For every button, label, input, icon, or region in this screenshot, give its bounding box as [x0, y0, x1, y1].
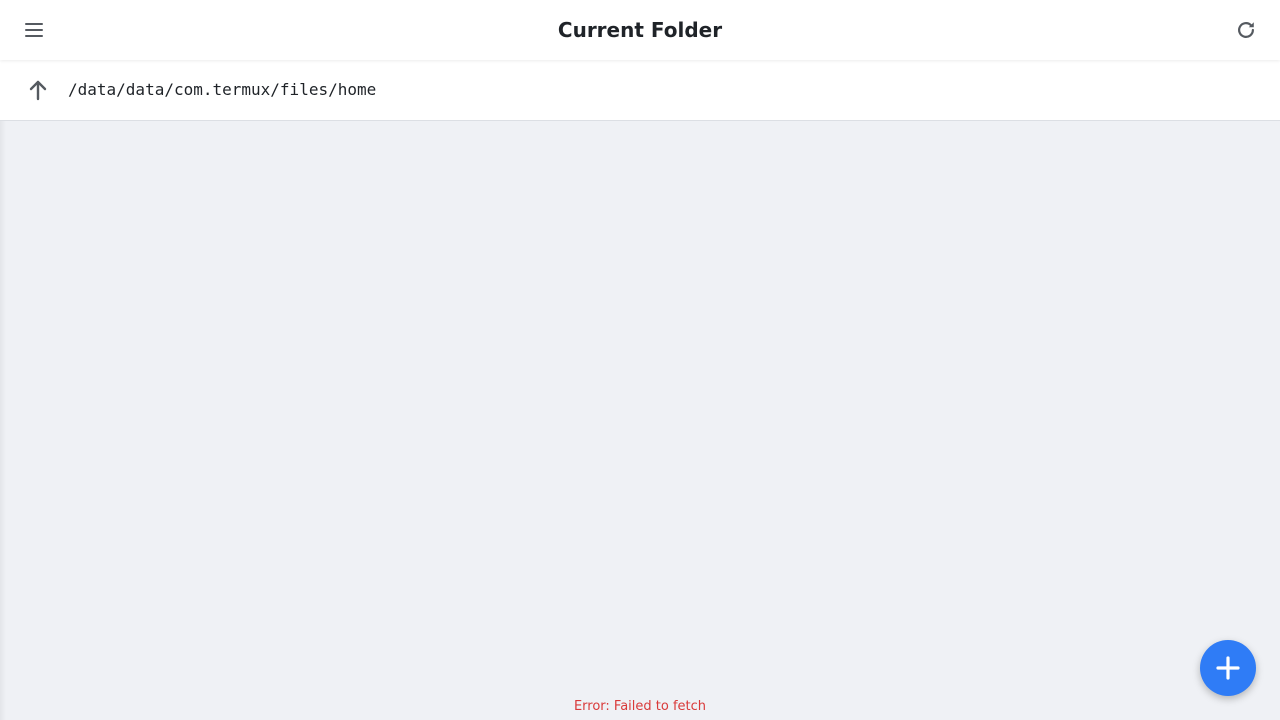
page-title: Current Folder: [557, 18, 723, 42]
add-button[interactable]: [1200, 640, 1256, 696]
path-bar: /data/data/com.termux/files/home: [0, 60, 1280, 121]
file-list: [0, 121, 1280, 691]
plus-icon: [1216, 656, 1240, 680]
menu-button[interactable]: [20, 16, 48, 44]
parent-folder-button[interactable]: [24, 76, 52, 104]
current-path: /data/data/com.termux/files/home: [68, 80, 377, 99]
arrow-up-icon: [29, 80, 47, 101]
hamburger-menu-icon: [25, 23, 43, 37]
top-app-bar: Current Folder: [0, 0, 1280, 60]
refresh-button[interactable]: [1232, 16, 1260, 44]
error-message: Error: Failed to fetch: [573, 699, 707, 714]
refresh-icon: [1238, 22, 1254, 38]
file-browser-app: Current Folder /data/data/com.termux/fil…: [0, 0, 1280, 720]
